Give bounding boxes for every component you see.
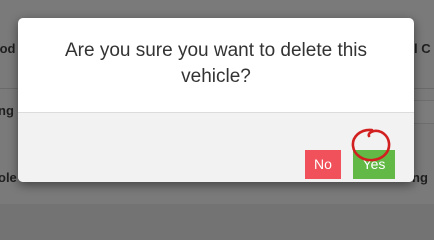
background-divider [414,88,434,89]
yes-button[interactable]: Yes [353,150,395,179]
background-field [412,100,434,124]
dialog-body: Are you sure you want to delete this veh… [18,18,414,112]
background-label: ole [0,170,17,185]
no-button[interactable]: No [305,150,341,179]
background-divider [0,88,18,89]
background-label: ng [412,170,428,185]
dialog-footer: No Yes [18,112,414,182]
background-label: ng [0,103,14,118]
background-label: l C [414,41,431,56]
dialog-message: Are you sure you want to delete this veh… [64,40,368,87]
background-label: lod [0,41,16,56]
delete-confirmation-dialog: Are you sure you want to delete this veh… [18,18,414,182]
